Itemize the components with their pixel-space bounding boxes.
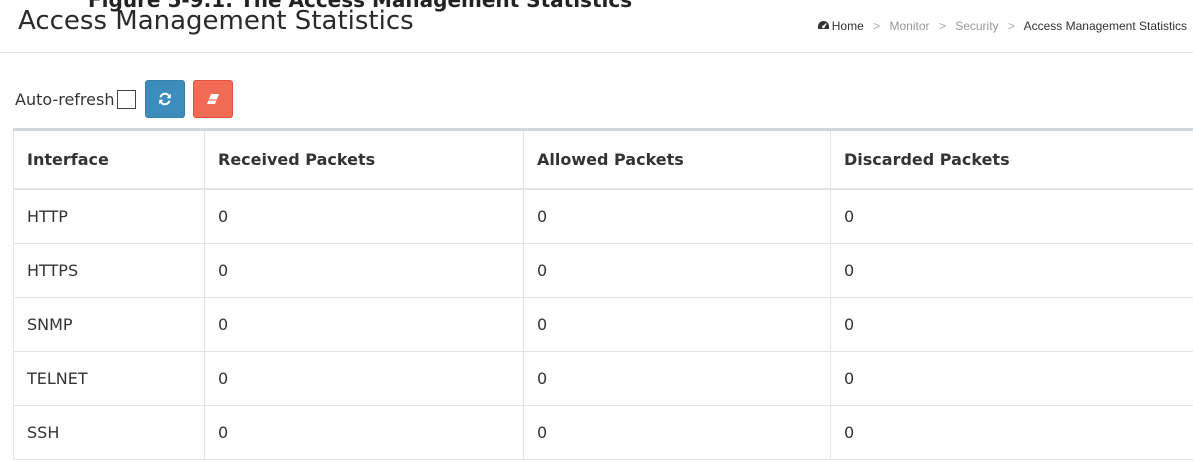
statistics-table: Interface Received Packets Allowed Packe…	[13, 131, 1193, 460]
interface-cell: HTTP	[14, 189, 205, 244]
allowed-packets-cell: 0	[524, 189, 831, 244]
received-packets-cell: 0	[205, 298, 524, 352]
breadcrumb-item-security[interactable]: Security	[955, 19, 998, 33]
breadcrumb: Home > Monitor > Security > Access Manag…	[817, 19, 1187, 33]
table-row: TELNET 0 0 0	[14, 352, 1193, 406]
eraser-icon	[205, 93, 221, 105]
discarded-packets-cell: 0	[831, 406, 1193, 460]
received-packets-cell: 0	[205, 189, 524, 244]
breadcrumb-separator: >	[939, 19, 946, 33]
table-row: SNMP 0 0 0	[14, 298, 1193, 352]
interface-cell: TELNET	[14, 352, 205, 406]
table-row: HTTPS 0 0 0	[14, 244, 1193, 298]
received-packets-cell: 0	[205, 352, 524, 406]
column-header-allowed-packets: Allowed Packets	[524, 131, 831, 189]
column-header-interface: Interface	[14, 131, 205, 189]
interface-cell: SSH	[14, 406, 205, 460]
allowed-packets-cell: 0	[524, 406, 831, 460]
auto-refresh-checkbox[interactable]	[117, 90, 136, 109]
allowed-packets-cell: 0	[524, 352, 831, 406]
refresh-button[interactable]	[145, 80, 185, 118]
page-title: Access Management Statistics	[18, 6, 414, 36]
discarded-packets-cell: 0	[831, 244, 1193, 298]
discarded-packets-cell: 0	[831, 189, 1193, 244]
interface-cell: HTTPS	[14, 244, 205, 298]
breadcrumb-home[interactable]: Home	[817, 19, 867, 33]
refresh-icon	[158, 92, 172, 106]
header-divider	[0, 52, 1193, 53]
dashboard-icon	[817, 20, 830, 32]
auto-refresh-label: Auto-refresh	[15, 90, 114, 109]
table-header-row: Interface Received Packets Allowed Packe…	[14, 131, 1193, 189]
statistics-panel: Interface Received Packets Allowed Packe…	[13, 128, 1193, 461]
breadcrumb-home-label: Home	[832, 19, 864, 33]
allowed-packets-cell: 0	[524, 244, 831, 298]
breadcrumb-current: Access Management Statistics	[1024, 19, 1187, 33]
toolbar: Auto-refresh	[15, 80, 233, 118]
discarded-packets-cell: 0	[831, 352, 1193, 406]
allowed-packets-cell: 0	[524, 298, 831, 352]
breadcrumb-separator: >	[873, 19, 880, 33]
interface-cell: SNMP	[14, 298, 205, 352]
table-row: HTTP 0 0 0	[14, 189, 1193, 244]
breadcrumb-item-monitor[interactable]: Monitor	[889, 19, 929, 33]
column-header-received-packets: Received Packets	[205, 131, 524, 189]
discarded-packets-cell: 0	[831, 298, 1193, 352]
received-packets-cell: 0	[205, 244, 524, 298]
breadcrumb-separator: >	[1008, 19, 1015, 33]
table-row: SSH 0 0 0	[14, 406, 1193, 460]
clear-button[interactable]	[193, 80, 233, 118]
column-header-discarded-packets: Discarded Packets	[831, 131, 1193, 189]
received-packets-cell: 0	[205, 406, 524, 460]
